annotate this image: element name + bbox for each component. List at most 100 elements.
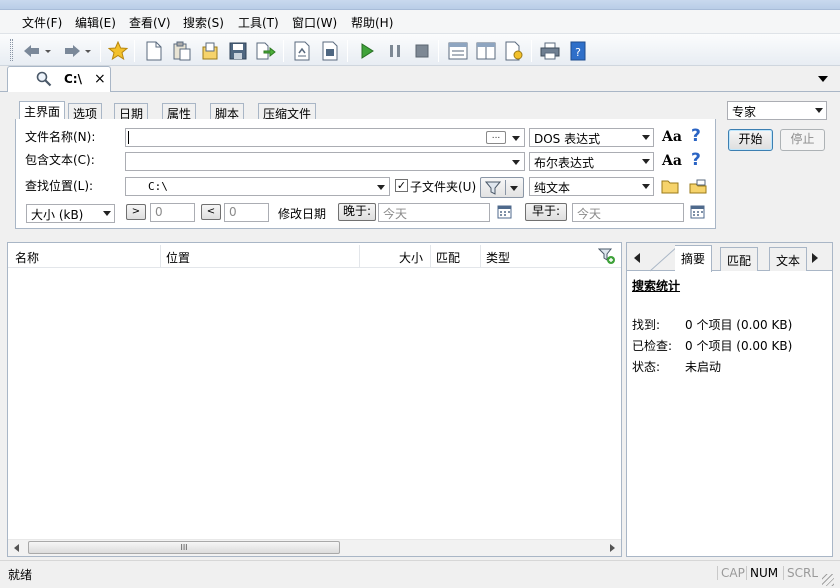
menu-tools[interactable]: 工具(T) [238,14,279,31]
before-calendar-icon[interactable] [690,204,705,222]
match-case-filename-icon[interactable]: Aa [662,129,682,145]
caps-lock-indicator: CAP [717,566,748,580]
filename-label: 文件名称(N): [25,130,96,144]
layout-vertical-icon[interactable] [475,40,497,62]
document-tab[interactable]: C:\ × [7,66,111,93]
filename-dropdown-icon[interactable] [512,136,520,141]
folder-list-icon[interactable] [689,179,707,197]
filter-button[interactable] [480,177,524,198]
checked-label: 已检查: [632,339,673,353]
menu-edit[interactable]: 编辑(E) [75,14,116,31]
document-tab-title: C:\ [64,72,82,86]
forward-icon[interactable] [60,40,94,62]
location-dropdown-icon[interactable] [377,185,385,190]
state-value: 未启动 [685,360,722,374]
before-date-button[interactable]: 早于: [525,203,567,221]
open-icon[interactable] [199,40,221,62]
tab-text[interactable]: 文本 [769,247,808,271]
scroll-left-icon[interactable] [14,544,19,552]
scroll-lock-indicator: SCRL [783,566,821,580]
status-bar [0,560,840,588]
close-tab-icon[interactable]: × [94,71,106,87]
column-location[interactable]: 位置 [166,249,190,266]
match-case-text-icon[interactable]: Aa [662,153,682,169]
menu-help[interactable]: 帮助(H) [351,14,393,31]
state-label: 状态: [632,360,661,374]
tab-main[interactable]: 主界面 [19,101,66,121]
max-size-input[interactable]: 0 [224,203,269,222]
load-search-icon[interactable] [291,40,313,62]
results-list[interactable] [7,242,622,557]
menu-search[interactable]: 搜索(S) [183,14,224,31]
menu-window[interactable]: 窗口(W) [292,14,337,31]
save-icon[interactable] [227,40,249,62]
scroll-right-icon[interactable] [610,544,615,552]
min-size-input[interactable]: 0 [150,203,195,222]
filter-funnel-icon [484,181,502,198]
pause-icon[interactable] [384,40,406,62]
subfolders-label: 子文件夹(U) [410,180,477,194]
back-icon[interactable] [20,40,54,62]
menu-bar: 文件(F) 编辑(E) 查看(V) 搜索(S) 工具(T) 窗口(W) 帮助(H… [0,10,840,34]
column-type[interactable]: 类型 [486,249,510,266]
location-input[interactable]: C:\ [125,177,390,196]
column-size[interactable]: 大小 [399,249,423,266]
after-date-button[interactable]: 晚于: [338,203,376,221]
location-label: 查找位置(L): [25,179,94,193]
search-stats-title: 搜索统计 [632,279,681,293]
stop-icon[interactable] [411,40,433,62]
tab-list-dropdown-icon[interactable] [818,76,828,82]
tabs-scroll-right-icon[interactable] [812,253,818,263]
favorites-star-icon[interactable] [107,40,129,62]
after-calendar-icon[interactable] [497,204,512,222]
menu-view[interactable]: 查看(V) [129,14,171,31]
stop-button[interactable]: 停止 [780,129,825,151]
save-search-icon[interactable] [319,40,341,62]
filename-help-icon[interactable]: ? [691,126,701,146]
print-icon[interactable] [539,40,561,62]
layout-horizontal-icon[interactable] [447,40,469,62]
filename-mode-select[interactable]: DOS 表达式 [529,128,654,147]
toolbar-grip[interactable] [10,39,13,61]
toolbar-separator [134,40,135,62]
add-filter-icon[interactable] [597,248,616,268]
help-book-icon[interactable]: ? [567,40,589,62]
browse-folder-icon[interactable] [661,179,679,197]
status-text: 就绪 [8,568,33,582]
tab-summary[interactable]: 摘要 [675,245,713,272]
less-than-button[interactable]: < [201,204,221,220]
after-date-input[interactable]: 今天 [378,203,490,222]
toolbar-separator [283,40,284,62]
text-help-icon[interactable]: ? [691,150,701,170]
menu-file[interactable]: 文件(F) [22,14,62,31]
contains-text-input[interactable] [125,152,525,171]
title-bar [0,0,840,10]
paste-icon[interactable] [171,40,193,62]
filename-input[interactable]: ... [125,128,525,147]
toolbar-separator [531,40,532,62]
greater-than-button[interactable]: > [126,204,146,220]
start-button[interactable]: 开始 [728,129,773,151]
properties-icon[interactable] [503,40,525,62]
new-document-icon[interactable] [143,40,165,62]
contains-dropdown-icon[interactable] [512,160,520,165]
mode-select[interactable]: 专家 [727,101,827,120]
filter-dropdown-icon [510,186,518,191]
play-icon[interactable] [356,40,378,62]
before-date-input[interactable]: 今天 [572,203,684,222]
contains-mode-select[interactable]: 布尔表达式 [529,152,654,171]
tab-matches[interactable]: 匹配 [720,247,759,271]
subfolders-checkbox[interactable]: ✓ [395,179,408,192]
scroll-thumb[interactable]: III [28,541,340,554]
text-type-select[interactable]: 纯文本 [529,177,654,196]
size-unit-select[interactable]: 大小 (kB) [26,204,115,223]
resize-grip-icon[interactable] [822,574,834,586]
export-icon[interactable] [255,40,277,62]
column-match[interactable]: 匹配 [436,249,460,266]
filename-ellipsis-button[interactable]: ... [486,131,506,144]
modified-date-label: 修改日期 [278,207,327,221]
toolbar-separator [347,40,348,62]
column-name[interactable]: 名称 [15,249,39,266]
tabs-scroll-left-icon[interactable] [634,253,640,263]
checked-value: 0 个项目 (0.00 KB) [685,339,793,353]
